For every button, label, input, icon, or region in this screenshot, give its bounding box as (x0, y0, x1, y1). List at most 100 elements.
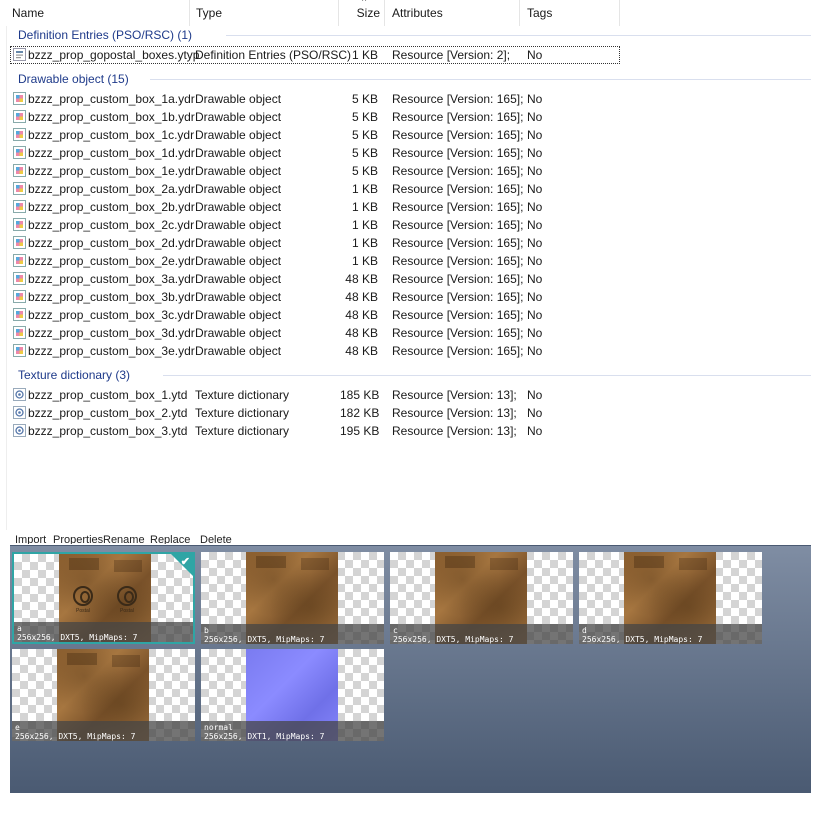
group-header[interactable]: Texture dictionary (3) (18, 366, 130, 384)
file-size: 1 KB (351, 182, 378, 196)
file-attributes: Resource [Version: 2]; (392, 48, 511, 62)
file-attributes: Resource [Version: 165]; (392, 218, 524, 232)
texture-caption: e 256x256, DXT5, MipMaps: 7 (12, 721, 195, 741)
file-size: 48 KB (345, 344, 378, 358)
file-tags: No (527, 164, 543, 178)
file-tags: No (527, 92, 543, 106)
file-size: 195 KB (340, 424, 380, 438)
file-attributes: Resource [Version: 165]; (392, 290, 524, 304)
file-type: Texture dictionary (195, 388, 290, 402)
ydr-file-icon (13, 272, 26, 285)
ydr-file-icon (13, 92, 26, 105)
file-size: 1 KB (351, 236, 378, 250)
list-item[interactable]: bzzz_prop_custom_box_3e.ydr Drawable obje… (10, 342, 620, 360)
toolbar-properties-button[interactable]: Properties (53, 534, 103, 544)
checkmark-icon: ✔ (180, 556, 190, 568)
list-item[interactable]: bzzz_prop_custom_box_3d.ydr Drawable obje… (10, 324, 620, 342)
list-item[interactable]: bzzz_prop_custom_box_1e.ydr Drawable obje… (10, 162, 620, 180)
texture-thumbnail[interactable]: e 256x256, DXT5, MipMaps: 7 (12, 649, 195, 741)
list-item[interactable]: bzzz_prop_custom_box_2.ytd Texture dictio… (10, 404, 620, 422)
file-attributes: Resource [Version: 165]; (392, 146, 524, 160)
toolbar-delete-button[interactable]: Delete (200, 534, 232, 544)
texture-thumbnail[interactable]: Postal Postal a 256x256, DXT5, MipMaps: 7 ✔ (12, 552, 195, 644)
file-attributes: Resource [Version: 165]; (392, 236, 524, 250)
list-item[interactable]: bzzz_prop_custom_box_3a.ydr Drawable obje… (10, 270, 620, 288)
file-name: bzzz_prop_custom_box_3b.ydr (28, 290, 195, 304)
list-item[interactable]: bzzz_prop_custom_box_3.ytd Texture dictio… (10, 422, 620, 440)
sort-ascending-icon: ^ (362, 0, 367, 6)
texture-caption: a 256x256, DXT5, MipMaps: 7 (14, 622, 193, 642)
file-tags: No (527, 110, 543, 124)
file-name: bzzz_prop_custom_box_2.ytd (28, 406, 188, 420)
list-item[interactable]: bzzz_prop_custom_box_1a.ydr Drawable obje… (10, 90, 620, 108)
texture-name: normal (204, 723, 233, 732)
file-size: 48 KB (345, 290, 378, 304)
file-tags: No (527, 218, 543, 232)
group-header[interactable]: Definition Entries (PSO/RSC) (1) (18, 26, 192, 44)
file-type: Drawable object (195, 326, 282, 340)
column-name[interactable]: Name (5, 0, 190, 26)
file-tags: No (527, 406, 543, 420)
file-attributes: Resource [Version: 165]; (392, 326, 524, 340)
texture-thumbnail[interactable]: c 256x256, DXT5, MipMaps: 7 (390, 552, 573, 644)
column-type[interactable]: Type (189, 0, 339, 26)
file-attributes: Resource [Version: 13]; (392, 388, 517, 402)
column-attributes[interactable]: Attributes (385, 0, 520, 26)
file-name: bzzz_prop_gopostal_boxes.ytyp (28, 48, 200, 62)
file-attributes: Resource [Version: 13]; (392, 406, 517, 420)
texture-thumbnail[interactable]: normal 256x256, DXT1, MipMaps: 7 (201, 649, 384, 741)
toolbar-import-button[interactable]: Import (15, 534, 46, 544)
ydr-file-icon (13, 344, 26, 357)
file-type: Drawable object (195, 308, 282, 322)
file-type: Definition Entries (PSO/RSC) (195, 48, 352, 62)
list-item[interactable]: bzzz_prop_gopostal_boxes.ytyp Definition … (10, 46, 620, 64)
list-item[interactable]: bzzz_prop_custom_box_2e.ydr Drawable obje… (10, 252, 620, 270)
list-item[interactable]: bzzz_prop_custom_box_1d.ydr Drawable obje… (10, 144, 620, 162)
file-attributes: Resource [Version: 13]; (392, 424, 517, 438)
ydr-file-icon (13, 110, 26, 123)
toolbar-replace-button[interactable]: Replace (150, 534, 190, 544)
texture-thumbnail[interactable]: b 256x256, DXT5, MipMaps: 7 (201, 552, 384, 644)
file-type: Drawable object (195, 182, 282, 196)
texture-caption: normal 256x256, DXT1, MipMaps: 7 (201, 721, 384, 741)
column-tags[interactable]: Tags (520, 0, 620, 26)
group-header[interactable]: Drawable object (15) (18, 70, 129, 88)
file-size: 1 KB (351, 48, 378, 62)
list-item[interactable]: bzzz_prop_custom_box_2a.ydr Drawable obje… (10, 180, 620, 198)
texture-name: b (204, 626, 209, 635)
list-item[interactable]: bzzz_prop_custom_box_1b.ydr Drawable obje… (10, 108, 620, 126)
list-item[interactable]: bzzz_prop_custom_box_1.ytd Texture dictio… (10, 386, 620, 404)
list-item[interactable]: bzzz_prop_custom_box_2d.ydr Drawable obje… (10, 234, 620, 252)
file-type: Texture dictionary (195, 406, 290, 420)
file-type: Drawable object (195, 146, 282, 160)
list-item[interactable]: bzzz_prop_custom_box_2b.ydr Drawable obje… (10, 198, 620, 216)
file-attributes: Resource [Version: 165]; (392, 92, 524, 106)
texture-thumbnail[interactable]: d 256x256, DXT5, MipMaps: 7 (579, 552, 762, 644)
texture-name: a (17, 624, 22, 633)
ydr-file-icon (13, 164, 26, 177)
list-item[interactable]: bzzz_prop_custom_box_3c.ydr Drawable obje… (10, 306, 620, 324)
ytyp-file-icon (13, 48, 26, 61)
file-name: bzzz_prop_custom_box_3e.ydr (28, 344, 195, 358)
file-type: Drawable object (195, 236, 282, 250)
file-type: Drawable object (195, 254, 282, 268)
file-tags: No (527, 128, 543, 142)
list-item[interactable]: bzzz_prop_custom_box_3b.ydr Drawable obje… (10, 288, 620, 306)
file-type: Drawable object (195, 110, 282, 124)
file-name: bzzz_prop_custom_box_2a.ydr (28, 182, 195, 196)
file-type: Drawable object (195, 344, 282, 358)
file-size: 5 KB (351, 92, 378, 106)
file-tags: No (527, 424, 543, 438)
file-tags: No (527, 236, 543, 250)
list-item[interactable]: bzzz_prop_custom_box_2c.ydr Drawable obje… (10, 216, 620, 234)
file-type: Drawable object (195, 128, 282, 142)
ydr-file-icon (13, 128, 26, 141)
file-tags: No (527, 272, 543, 286)
file-type: Drawable object (195, 164, 282, 178)
postal-logo-icon (117, 586, 137, 606)
file-size: 182 KB (340, 406, 380, 420)
file-name: bzzz_prop_custom_box_2b.ydr (28, 200, 195, 214)
toolbar-rename-button[interactable]: Rename (103, 534, 145, 544)
file-tags: No (527, 182, 543, 196)
list-item[interactable]: bzzz_prop_custom_box_1c.ydr Drawable obje… (10, 126, 620, 144)
